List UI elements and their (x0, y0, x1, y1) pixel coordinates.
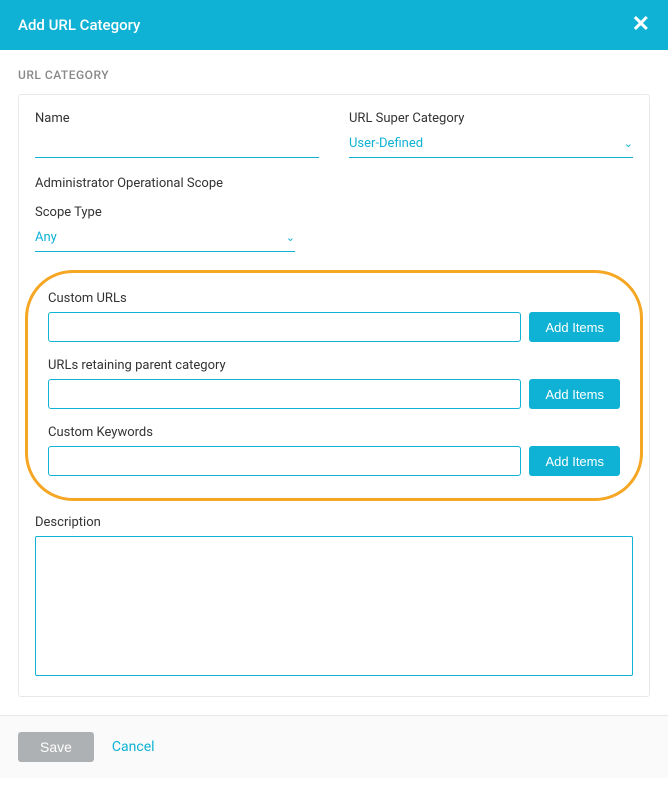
save-button[interactable]: Save (18, 732, 94, 762)
dialog-title: Add URL Category (18, 16, 140, 34)
scope-type-field-group: Scope Type Any ⌄ (35, 205, 295, 252)
description-group: Description (35, 515, 633, 680)
urls-parent-label: URLs retaining parent category (48, 358, 620, 373)
custom-urls-add-button[interactable]: Add Items (529, 312, 620, 342)
admin-scope-label: Administrator Operational Scope (35, 176, 633, 191)
scope-type-value: Any (35, 230, 57, 245)
custom-keywords-add-button[interactable]: Add Items (529, 446, 620, 476)
super-category-field-group: URL Super Category User-Defined ⌄ (349, 111, 633, 158)
top-row: Name URL Super Category User-Defined ⌄ (35, 111, 633, 158)
highlighted-section: Custom URLs Add Items URLs retaining par… (25, 270, 643, 501)
dialog-header: Add URL Category ✕ (0, 0, 668, 50)
chevron-down-icon: ⌄ (286, 231, 295, 244)
cancel-button[interactable]: Cancel (112, 739, 155, 755)
name-label: Name (35, 111, 319, 126)
custom-keywords-input[interactable] (48, 446, 521, 476)
scope-type-label: Scope Type (35, 205, 295, 220)
name-input[interactable] (35, 130, 319, 158)
name-field-group: Name (35, 111, 319, 158)
section-label: URL CATEGORY (18, 68, 650, 82)
urls-parent-group: URLs retaining parent category Add Items (48, 358, 620, 409)
custom-urls-label: Custom URLs (48, 291, 620, 306)
description-label: Description (35, 515, 633, 530)
custom-keywords-group: Custom Keywords Add Items (48, 425, 620, 476)
dialog-body: URL CATEGORY Name URL Super Category Use… (0, 50, 668, 715)
scope-section: Administrator Operational Scope Scope Ty… (35, 176, 633, 252)
custom-urls-input[interactable] (48, 312, 521, 342)
dialog-footer: Save Cancel (0, 715, 668, 778)
add-url-category-dialog: Add URL Category ✕ URL CATEGORY Name URL… (0, 0, 668, 778)
urls-parent-input[interactable] (48, 379, 521, 409)
card: Name URL Super Category User-Defined ⌄ A… (18, 94, 650, 697)
custom-keywords-label: Custom Keywords (48, 425, 620, 440)
custom-urls-group: Custom URLs Add Items (48, 291, 620, 342)
chevron-down-icon: ⌄ (624, 137, 633, 150)
urls-parent-add-button[interactable]: Add Items (529, 379, 620, 409)
super-category-select[interactable]: User-Defined ⌄ (349, 130, 633, 158)
description-textarea[interactable] (35, 536, 633, 676)
super-category-value: User-Defined (349, 136, 423, 151)
close-icon[interactable]: ✕ (632, 14, 650, 36)
super-category-label: URL Super Category (349, 111, 633, 126)
scope-type-select[interactable]: Any ⌄ (35, 224, 295, 252)
